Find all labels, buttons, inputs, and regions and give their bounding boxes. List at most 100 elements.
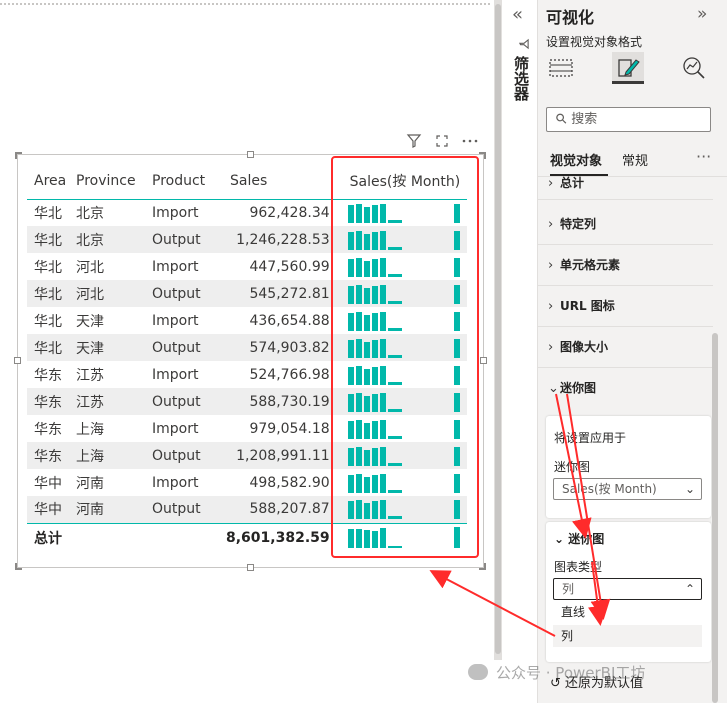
pane-title: 可视化 (546, 8, 595, 27)
cell-area: 华北 (34, 259, 62, 276)
cell-area: 华北 (27, 334, 76, 361)
visual-header (405, 133, 485, 153)
column-header-province[interactable]: Province (76, 163, 152, 200)
cell-area: 华东 (34, 421, 62, 438)
option-column[interactable]: 列 (553, 625, 702, 647)
apply-settings-card: 将设置应用于 迷你图 Sales(按 Month) ⌄ (546, 416, 711, 518)
cell-area: 华北 (27, 280, 76, 307)
resize-corner[interactable] (479, 563, 486, 570)
column-header-product[interactable]: Product (152, 163, 226, 200)
cell-area: 华北 (34, 205, 62, 222)
search-input[interactable]: ⚲搜索 (546, 107, 711, 132)
filters-pane-label[interactable]: 筛选器 (512, 56, 530, 101)
format-visual-icon (618, 59, 640, 77)
section-image-size[interactable]: › 图像大小 (538, 327, 713, 368)
chevron-down-icon: ⌄ (684, 482, 695, 496)
cell-sales: 436,654.88 (249, 312, 330, 329)
cell-sales: 524,766.98 (249, 366, 330, 383)
chevron-right-icon: › (548, 340, 554, 355)
cell-area: 华北 (34, 313, 62, 330)
chart-type-label: 图表类型 (554, 560, 603, 574)
resize-handle[interactable] (247, 564, 254, 571)
sparkline-card-title[interactable]: ⌄ 迷你图 (554, 530, 604, 547)
filters-pane-collapsed[interactable]: « 筛选器 (503, 0, 538, 703)
cell-sales: 574,903.82 (226, 334, 332, 361)
section-label: 迷你图 (560, 381, 597, 395)
cell-sales: 1,246,228.53 (226, 226, 332, 253)
section-cell-elements[interactable]: › 单元格元素 (538, 245, 713, 286)
section-totals[interactable]: › 总计 (538, 166, 713, 200)
build-visual-tab[interactable] (546, 52, 578, 84)
sparkline-field-value: Sales(按 Month) (562, 482, 657, 496)
pane-scrollbar[interactable] (712, 333, 718, 703)
chevron-down-icon: ⌄ (554, 532, 565, 546)
cell-sales: 588,730.19 (226, 388, 332, 415)
section-url-icon[interactable]: › URL 图标 (538, 286, 713, 327)
cell-province: 江苏 (76, 388, 152, 415)
cell-total-sales: 8,601,382.59 (226, 522, 332, 552)
collapse-pane-icon[interactable]: « (512, 4, 523, 25)
resize-handle[interactable] (480, 357, 487, 364)
build-visual-icon (549, 59, 573, 77)
section-label: 单元格元素 (560, 258, 621, 272)
section-label: 总计 (560, 176, 585, 190)
cell-product: Output (152, 280, 226, 307)
resize-corner[interactable] (479, 152, 486, 159)
annotation-box-sparkline-column (331, 156, 479, 558)
focus-mode-icon[interactable] (433, 133, 451, 151)
cell-province: 河北 (76, 259, 104, 276)
cell-province: 上海 (76, 421, 104, 438)
format-visual-tab[interactable] (612, 52, 644, 84)
cell-empty (152, 522, 226, 552)
cell-product: Import (152, 420, 199, 437)
cell-province: 河南 (76, 496, 152, 523)
pane-subtitle: 设置视觉对象格式 (546, 35, 643, 49)
more-options-icon[interactable]: ··· (696, 147, 711, 166)
column-header-sales[interactable]: Sales (226, 163, 332, 200)
cell-sales: 588,207.87 (226, 496, 332, 523)
cell-area: 华中 (34, 475, 62, 492)
cell-province: 上海 (76, 442, 152, 469)
cell-province: 河南 (76, 475, 104, 492)
section-label: 特定列 (560, 217, 597, 231)
canvas-scrollbar[interactable] (494, 0, 502, 660)
expand-pane-icon[interactable]: » (697, 4, 707, 24)
section-sparklines[interactable]: ⌄迷你图 (538, 368, 713, 409)
chart-type-dropdown[interactable]: 列 ⌃ (553, 578, 702, 600)
sparkline-field-label: 迷你图 (554, 460, 591, 474)
search-placeholder: 搜索 (571, 112, 598, 127)
section-label: URL 图标 (560, 299, 615, 313)
section-specific-column[interactable]: › 特定列 (538, 204, 713, 245)
cell-product: Output (152, 388, 226, 415)
cell-product: Import (152, 474, 199, 491)
resize-corner[interactable] (15, 563, 22, 570)
chevron-up-icon: ⌃ (684, 582, 695, 596)
chart-type-value: 列 (562, 582, 575, 596)
chart-type-card: ⌄ 迷你图 图表类型 列 ⌃ 直线 列 (546, 522, 711, 662)
analytics-tab[interactable] (678, 52, 710, 84)
cell-sales: 979,054.18 (249, 420, 330, 437)
sparkline-field-dropdown[interactable]: Sales(按 Month) ⌄ (553, 478, 702, 500)
cell-sales: 962,428.34 (249, 204, 330, 221)
resize-handle[interactable] (247, 151, 254, 158)
filter-icon[interactable] (405, 133, 423, 151)
canvas-scrollbar-thumb[interactable] (495, 4, 501, 654)
cell-province: 江苏 (76, 367, 104, 384)
section-label: 图像大小 (560, 340, 609, 354)
cell-product: Output (152, 226, 226, 253)
resize-handle[interactable] (14, 357, 21, 364)
cell-product: Import (152, 366, 199, 383)
more-options-icon[interactable] (461, 133, 479, 151)
option-line[interactable]: 直线 (553, 601, 702, 623)
cell-product: Output (152, 496, 226, 523)
column-header-area[interactable]: Area (27, 163, 76, 200)
chevron-right-icon: › (548, 217, 554, 232)
cell-area: 华中 (27, 496, 76, 523)
cell-product: Import (152, 258, 199, 275)
watermark-text: 公众号 · PowerBI工坊 (496, 664, 646, 682)
visualizations-pane: 可视化 » 设置视觉对象格式 ⚲搜索 视觉对象 常规 ··· › 总计 › 特定列 … (538, 0, 727, 703)
cell-province: 天津 (76, 313, 104, 330)
cell-sales: 1,208,991.11 (226, 442, 332, 469)
resize-corner[interactable] (15, 152, 22, 159)
cell-sales: 498,582.90 (249, 474, 330, 491)
